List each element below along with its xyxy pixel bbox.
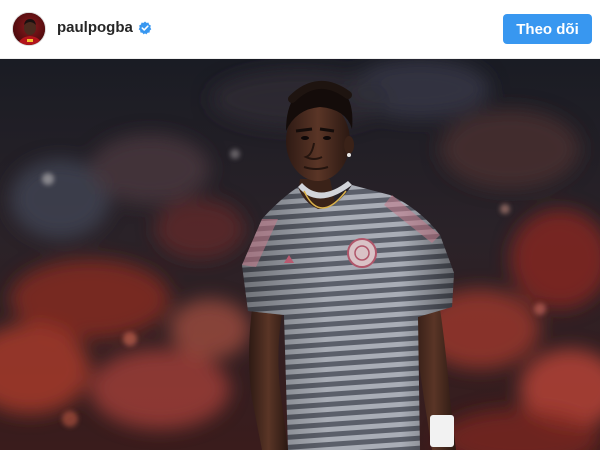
instagram-post: paulpogba Theo dõi	[0, 0, 600, 450]
avatar-photo	[13, 13, 45, 45]
profile-avatar[interactable]	[12, 12, 46, 46]
post-header: paulpogba Theo dõi	[0, 0, 600, 59]
follow-button[interactable]: Theo dõi	[503, 14, 592, 44]
post-username[interactable]: paulpogba	[57, 19, 133, 36]
post-photo[interactable]	[0, 59, 600, 450]
verified-badge-icon	[138, 21, 152, 35]
